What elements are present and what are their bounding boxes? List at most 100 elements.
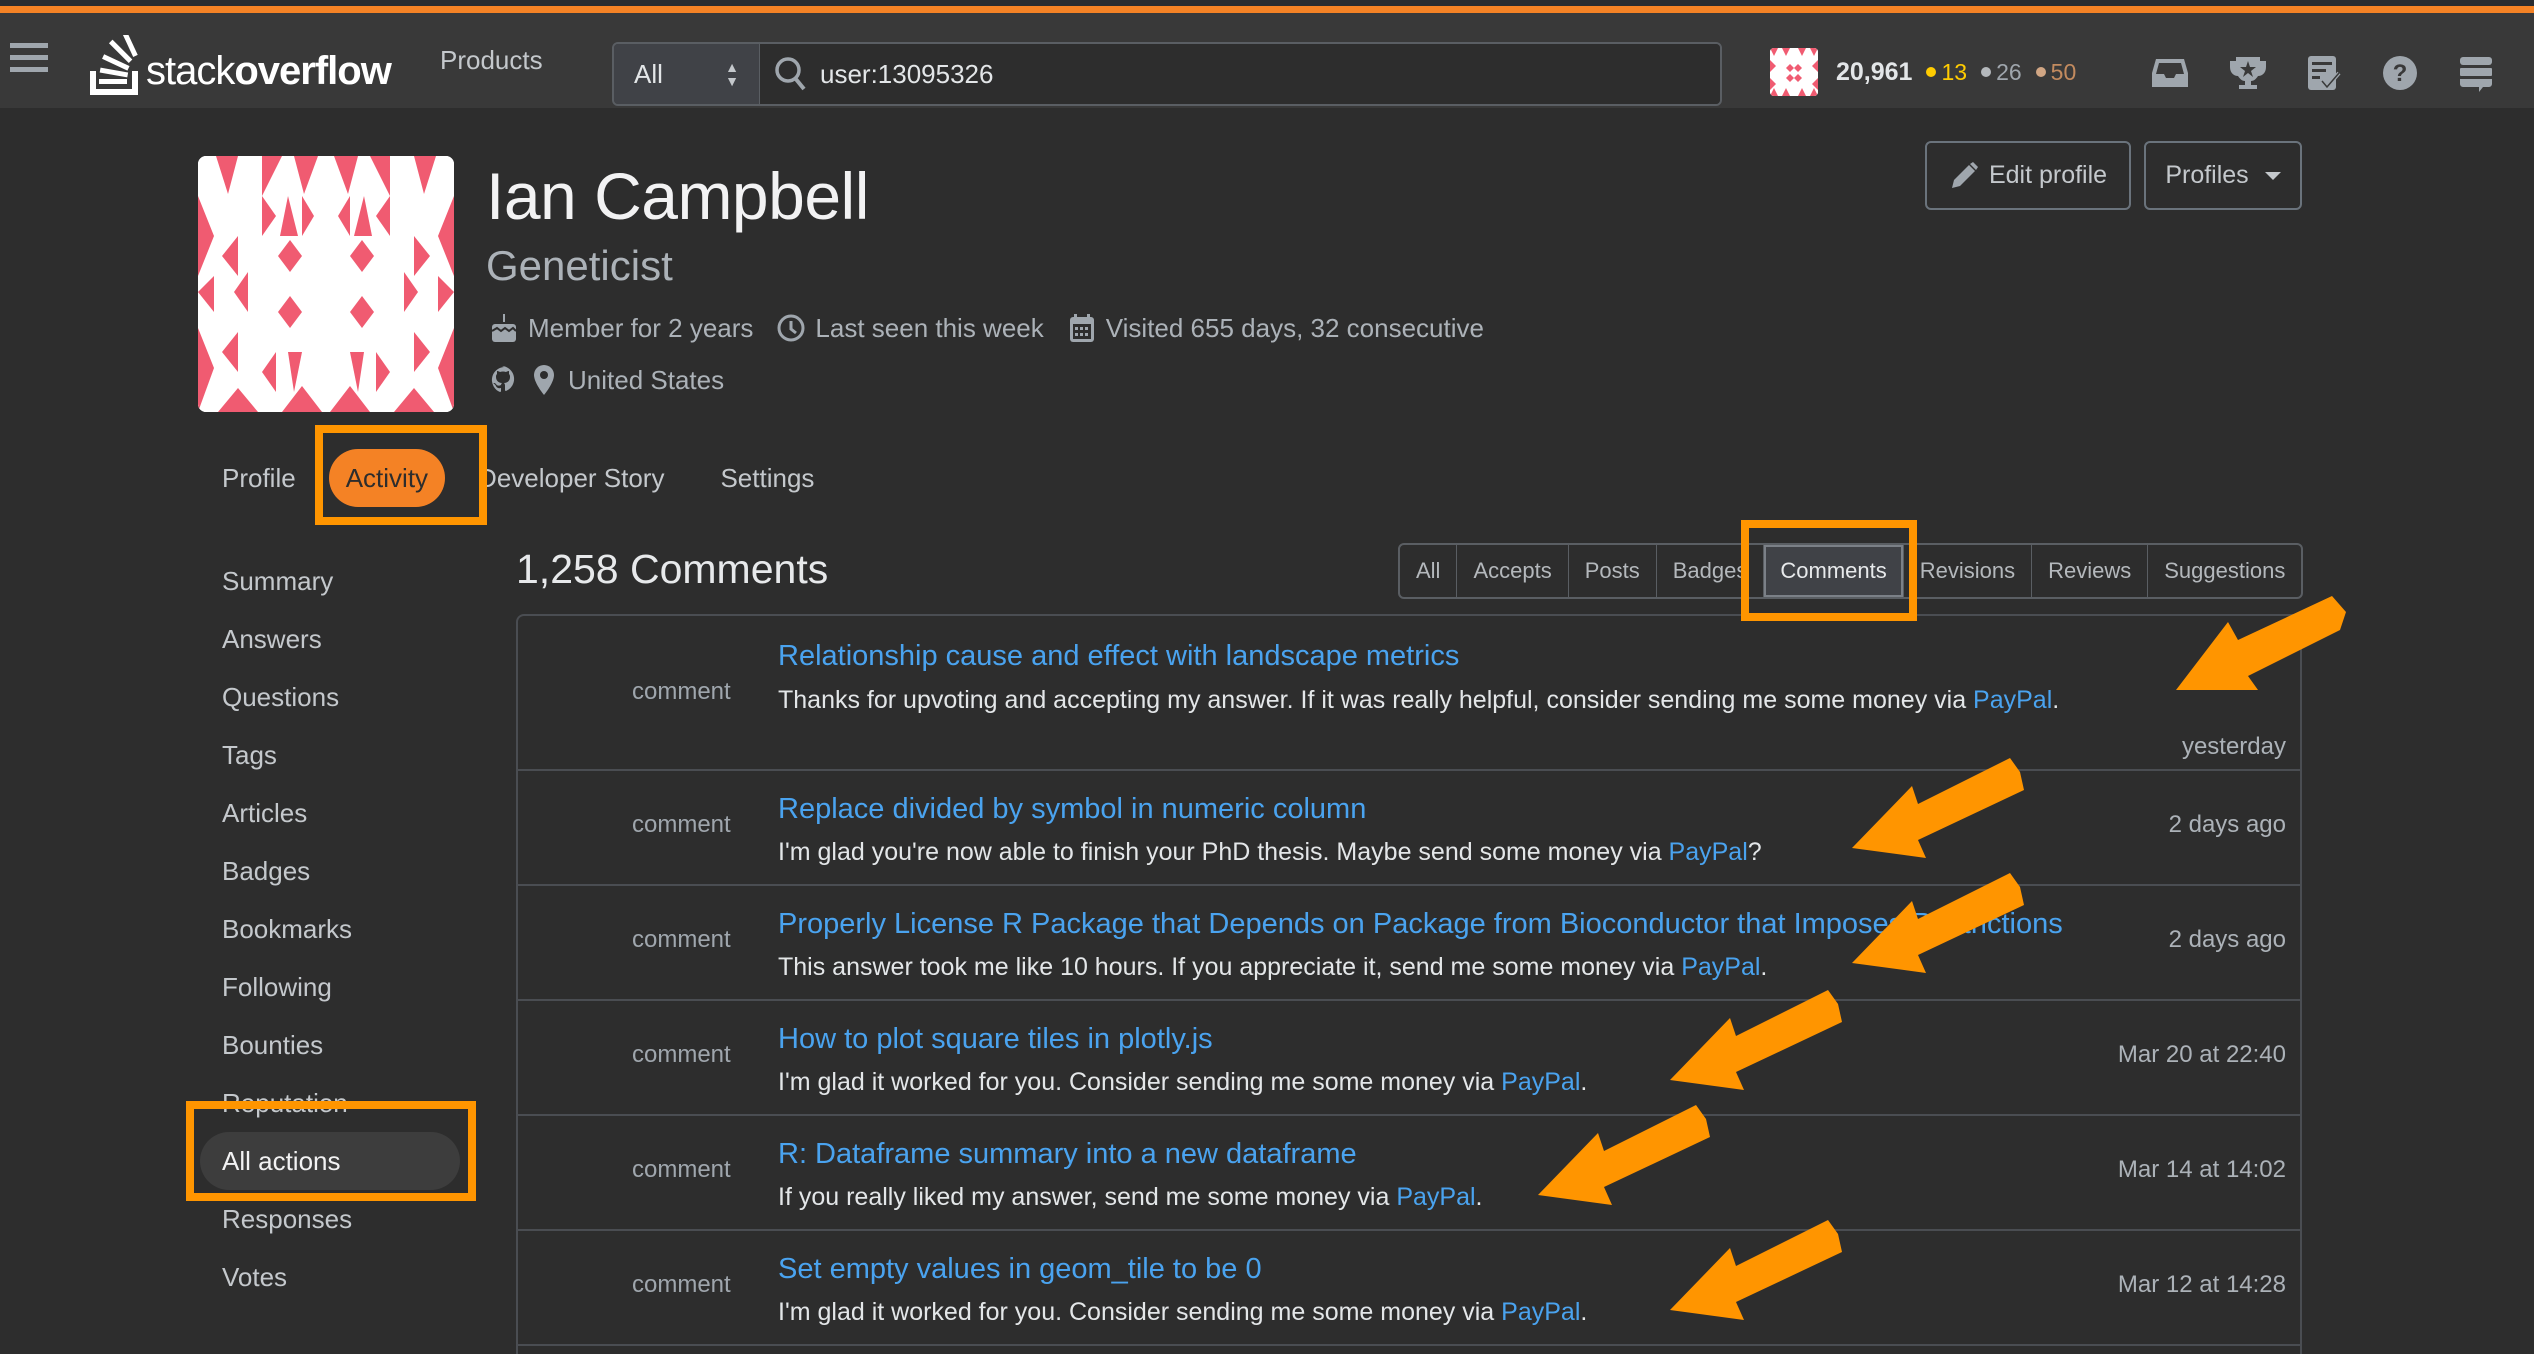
gold-badge-count: 13 <box>1926 59 1967 86</box>
top-navigation-bar: stackoverflow Products All ▲ ▼ user:1309… <box>0 13 2534 108</box>
question-link[interactable]: Properly License R Package that Depends … <box>778 908 2063 941</box>
search-scope-select[interactable]: All ▲ ▼ <box>614 44 760 104</box>
comment-text: This answer took me like 10 hours. If yo… <box>778 953 1768 981</box>
comment-date: 2 days ago <box>2168 811 2286 838</box>
menu-icon[interactable] <box>10 43 50 79</box>
paypal-link[interactable]: PayPal <box>1501 1068 1580 1096</box>
comment-date: Mar 12 at 14:28 <box>2117 1271 2286 1298</box>
silver-badge-count: 26 <box>1981 59 2022 86</box>
user-avatar[interactable] <box>1770 48 1818 96</box>
tab-activity[interactable]: Activity <box>328 449 446 507</box>
filter-revisions[interactable]: Revisions <box>1904 545 2033 597</box>
tab-profile[interactable]: Profile <box>205 449 313 507</box>
sidebar-item-following[interactable]: Following <box>200 958 460 1016</box>
help-icon[interactable]: ? <box>2378 51 2422 95</box>
review-queue-icon[interactable] <box>2302 51 2346 95</box>
activity-type: comment <box>632 1271 731 1298</box>
profile-title: Geneticist <box>486 242 673 289</box>
activity-type: comment <box>632 678 731 705</box>
cake-icon <box>488 312 520 344</box>
sidebar-item-articles[interactable]: Articles <box>200 784 460 842</box>
stackoverflow-logo-icon <box>90 35 138 95</box>
profile-avatar[interactable] <box>198 156 454 412</box>
search-field <box>760 44 1720 104</box>
bronze-badge-icon <box>2035 67 2046 77</box>
github-icon[interactable] <box>488 364 520 396</box>
activity-type: comment <box>632 811 731 838</box>
activity-filter-tabs: All Accepts Posts Badges Comments Revisi… <box>1398 543 2304 599</box>
comment-text: Thanks for upvoting and accepting my ans… <box>778 686 2060 714</box>
silver-badge-icon <box>1981 67 1992 77</box>
search-bar: All ▲ ▼ <box>612 42 1722 106</box>
location-pin-icon <box>528 364 560 396</box>
site-switcher-icon[interactable] <box>2454 51 2498 95</box>
comment-text: I'm glad it worked for you. Consider sen… <box>778 1068 1588 1096</box>
search-input[interactable] <box>820 58 1720 90</box>
question-link[interactable]: Set empty values in geom_tile to be 0 <box>778 1253 1262 1286</box>
activity-type: comment <box>632 1156 731 1183</box>
question-link[interactable]: Relationship cause and effect with lands… <box>778 640 1459 673</box>
sidebar-item-questions[interactable]: Questions <box>200 668 460 726</box>
question-link[interactable]: R: Dataframe summary into a new datafram… <box>778 1138 1357 1171</box>
filter-badges[interactable]: Badges <box>1657 545 1765 597</box>
paypal-link[interactable]: PayPal <box>1973 686 2052 714</box>
sidebar-item-all-actions[interactable]: All actions <box>200 1132 460 1190</box>
comment-text: If you really liked my answer, send me s… <box>778 1183 1483 1211</box>
sidebar-item-answers[interactable]: Answers <box>200 610 460 668</box>
paypal-link[interactable]: PayPal <box>1669 838 1748 866</box>
pencil-icon <box>1951 161 1978 188</box>
question-link[interactable]: Replace divided by symbol in numeric col… <box>778 793 1366 826</box>
brand-accent-bar <box>0 6 2534 13</box>
sidebar-item-summary[interactable]: Summary <box>200 552 460 610</box>
select-arrows-icon: ▲ ▼ <box>725 59 739 89</box>
filter-suggestions[interactable]: Suggestions <box>2148 545 2301 597</box>
filter-posts[interactable]: Posts <box>1569 545 1657 597</box>
sidebar-item-bookmarks[interactable]: Bookmarks <box>200 900 460 958</box>
filter-reviews[interactable]: Reviews <box>2032 545 2149 597</box>
svg-text:?: ? <box>2393 60 2408 87</box>
filter-all[interactable]: All <box>1400 545 1458 597</box>
comment-text: I'm glad it worked for you. Consider sen… <box>778 1298 1588 1326</box>
comment-date: Mar 14 at 14:02 <box>2117 1156 2286 1183</box>
comment-row: comment Relationship cause and effect wi… <box>518 616 2300 771</box>
edit-profile-button[interactable]: Edit profile <box>1925 141 2131 210</box>
member-since: Member for 2 years <box>488 312 753 344</box>
reputation-count: 20,961 <box>1836 57 1913 86</box>
sidebar-item-badges[interactable]: Badges <box>200 842 460 900</box>
sidebar-item-votes[interactable]: Votes <box>200 1248 460 1306</box>
sidebar-item-bounties[interactable]: Bounties <box>200 1016 460 1074</box>
comment-text: I'm glad you're now able to finish your … <box>778 838 1762 866</box>
tab-developer-story[interactable]: Developer Story <box>461 449 681 507</box>
sidebar-item-tags[interactable]: Tags <box>200 726 460 784</box>
sidebar-item-responses[interactable]: Responses <box>200 1190 460 1248</box>
inbox-icon[interactable] <box>2148 51 2192 95</box>
profile-name: Ian Campbell <box>486 159 869 233</box>
activity-type: comment <box>632 926 731 953</box>
comment-row: comment Set empty values in geom_tile to… <box>518 1231 2300 1346</box>
paypal-link[interactable]: PayPal <box>1501 1298 1580 1326</box>
user-card[interactable]: 20,961 13 26 50 <box>1770 47 2076 97</box>
comment-row: comment How to plot square tiles in plot… <box>518 1001 2300 1116</box>
achievements-icon[interactable] <box>2226 51 2270 95</box>
site-logo[interactable]: stackoverflow <box>88 27 392 97</box>
comment-row: comment R: Dataframe summary into a new … <box>518 1116 2300 1231</box>
comment-date: 2 days ago <box>2168 926 2286 953</box>
gold-badge-icon <box>1926 67 1937 77</box>
sidebar-item-reputation[interactable]: Reputation <box>200 1074 460 1132</box>
paypal-link[interactable]: PayPal <box>1396 1183 1475 1211</box>
bronze-badge-count: 50 <box>2035 59 2076 86</box>
profiles-dropdown-button[interactable]: Profiles <box>2144 141 2302 210</box>
comment-date: Mar 20 at 22:40 <box>2117 1041 2286 1068</box>
comments-list: comment Relationship cause and effect wi… <box>516 614 2302 1354</box>
identicon-icon <box>198 156 454 412</box>
last-seen: Last seen this week <box>775 312 1044 344</box>
activity-sidebar: Summary Answers Questions Tags Articles … <box>200 552 460 1306</box>
filter-comments[interactable]: Comments <box>1764 545 1904 597</box>
products-menu[interactable]: Products <box>440 45 543 76</box>
filter-accepts[interactable]: Accepts <box>1457 545 1569 597</box>
tab-settings[interactable]: Settings <box>703 449 831 507</box>
paypal-link[interactable]: PayPal <box>1681 953 1760 981</box>
profile-tabs: Profile Activity Developer Story Setting… <box>205 448 831 508</box>
section-title: 1,258 Comments <box>516 546 829 592</box>
question-link[interactable]: How to plot square tiles in plotly.js <box>778 1023 1213 1056</box>
